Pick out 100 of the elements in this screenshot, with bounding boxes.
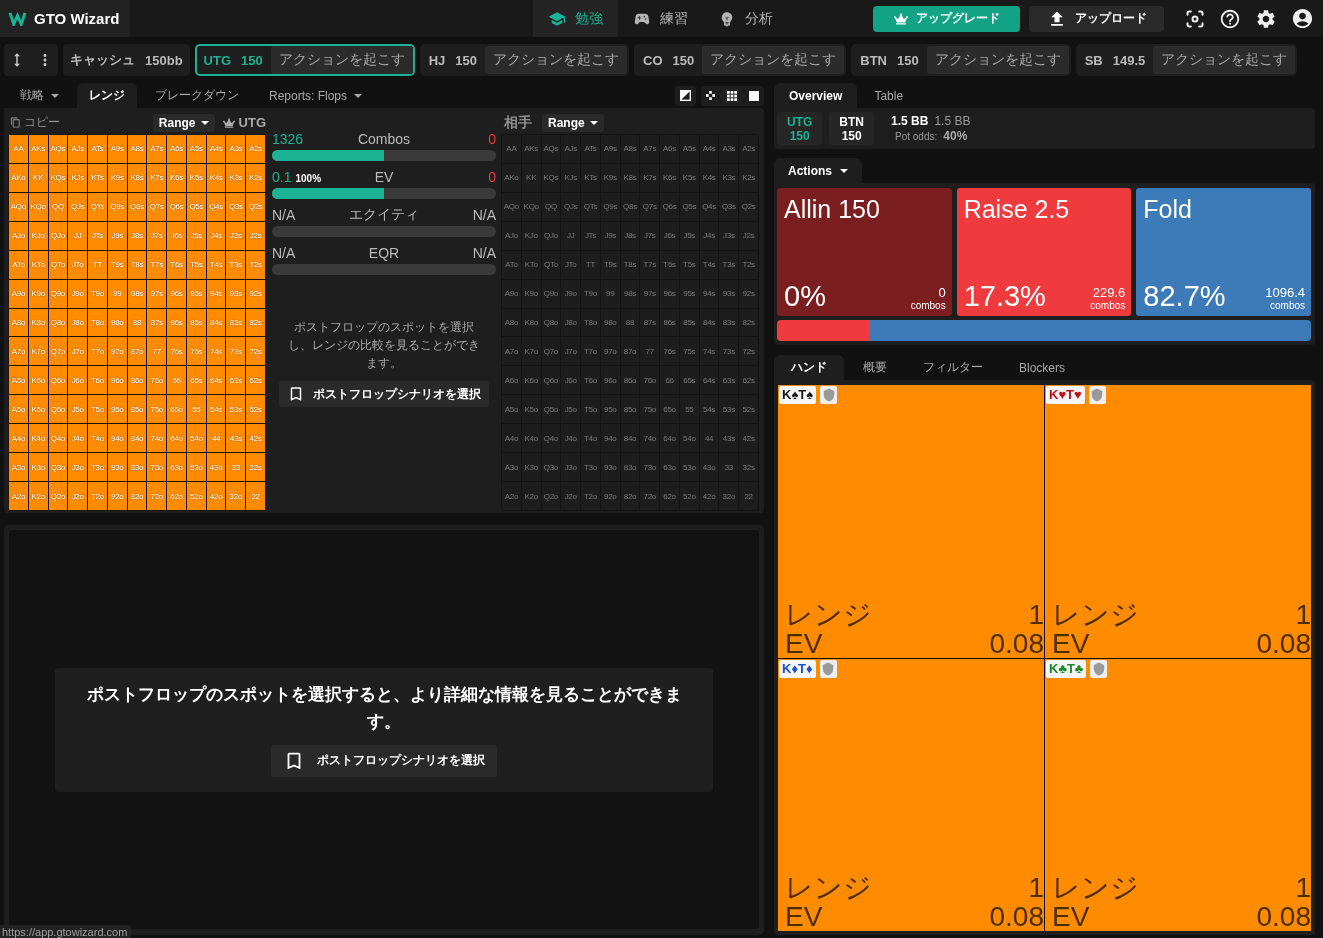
range-cell[interactable]: AQo bbox=[9, 192, 28, 221]
range-cell[interactable]: 52s bbox=[739, 395, 758, 424]
range-cell[interactable]: K8s bbox=[127, 163, 147, 192]
range-cell[interactable]: K3s bbox=[226, 163, 246, 192]
range-cell[interactable]: A5o bbox=[502, 395, 521, 424]
range-cell[interactable]: 96o bbox=[600, 366, 620, 395]
range-cell[interactable]: 33 bbox=[226, 453, 246, 482]
range-cell[interactable]: Q2s bbox=[739, 192, 758, 221]
range-cell[interactable]: 64o bbox=[167, 424, 186, 453]
range-cell[interactable]: A8s bbox=[620, 135, 640, 163]
range-cell[interactable]: 74o bbox=[640, 424, 660, 453]
range-cell[interactable]: 54o bbox=[679, 424, 699, 453]
range-cell[interactable]: A6o bbox=[9, 366, 28, 395]
range-cell[interactable]: QJs bbox=[561, 192, 581, 221]
range-cell[interactable]: J2s bbox=[246, 221, 265, 250]
range-cell[interactable]: ATs bbox=[88, 135, 107, 163]
range-cell[interactable]: 98o bbox=[600, 308, 620, 337]
range-cell[interactable]: Q2o bbox=[48, 482, 68, 510]
range-cell[interactable]: K2s bbox=[246, 163, 265, 192]
range-cell[interactable]: K6s bbox=[167, 163, 186, 192]
range-cell[interactable]: 66 bbox=[660, 366, 679, 395]
range-cell[interactable]: 85o bbox=[620, 395, 640, 424]
range-cell[interactable]: 43s bbox=[226, 424, 246, 453]
range-cell[interactable]: T4o bbox=[581, 424, 600, 453]
range-cell[interactable]: 62o bbox=[167, 482, 186, 510]
range-cell[interactable]: 74s bbox=[206, 337, 226, 366]
range-cell[interactable]: A9s bbox=[107, 135, 127, 163]
range-cell[interactable]: 84s bbox=[206, 308, 226, 337]
range-cell[interactable]: 74s bbox=[699, 337, 719, 366]
range-cell[interactable]: 72s bbox=[739, 337, 758, 366]
range-cell[interactable]: T9o bbox=[88, 279, 107, 308]
range-cell[interactable]: J9o bbox=[68, 279, 88, 308]
range-cell[interactable]: J7o bbox=[561, 337, 581, 366]
range-cell[interactable]: A2o bbox=[9, 482, 28, 510]
range-cell[interactable]: Q4s bbox=[699, 192, 719, 221]
action-card[interactable]: Fold 82.7% 1096.4 combos bbox=[1136, 188, 1311, 316]
range-cell[interactable]: 44 bbox=[206, 424, 226, 453]
range-cell[interactable]: 63s bbox=[719, 366, 739, 395]
range-cell[interactable]: 72o bbox=[640, 482, 660, 510]
range-cell[interactable]: K3o bbox=[28, 453, 48, 482]
range-cell[interactable]: 73o bbox=[640, 453, 660, 482]
range-cell[interactable]: TT bbox=[581, 250, 600, 279]
range-cell[interactable]: 63o bbox=[660, 453, 679, 482]
range-cell[interactable]: T7o bbox=[581, 337, 600, 366]
range-cell[interactable]: 52s bbox=[246, 395, 265, 424]
range-cell[interactable]: K5s bbox=[679, 163, 699, 192]
range-cell[interactable]: K9o bbox=[28, 279, 48, 308]
range-cell[interactable]: 62s bbox=[246, 366, 265, 395]
range-cell[interactable]: AKs bbox=[28, 135, 48, 163]
range-cell[interactable]: J7o bbox=[68, 337, 88, 366]
range-cell[interactable]: 92s bbox=[246, 279, 265, 308]
range-cell[interactable]: T2s bbox=[739, 250, 758, 279]
range-cell[interactable]: 95s bbox=[679, 279, 699, 308]
range-cell[interactable]: T5o bbox=[581, 395, 600, 424]
range-cell[interactable]: 86o bbox=[127, 366, 147, 395]
range-cell[interactable]: K6o bbox=[521, 366, 541, 395]
range-cell[interactable]: J8o bbox=[561, 308, 581, 337]
range-cell[interactable]: KTo bbox=[521, 250, 541, 279]
range-cell[interactable]: KQo bbox=[521, 192, 541, 221]
range-cell[interactable]: AJs bbox=[561, 135, 581, 163]
range-cell[interactable]: A2s bbox=[246, 135, 265, 163]
range-cell[interactable]: Q5o bbox=[48, 395, 68, 424]
range-cell[interactable]: 77 bbox=[640, 337, 660, 366]
game-chip[interactable]: キャッシュ 150bb bbox=[63, 44, 190, 76]
range-cell[interactable]: J7s bbox=[640, 221, 660, 250]
range-cell[interactable]: K3s bbox=[719, 163, 739, 192]
position-chip[interactable]: CO 150 アクションを起こす bbox=[634, 44, 847, 76]
range-cell[interactable]: A4o bbox=[502, 424, 521, 453]
range-cell[interactable]: 85s bbox=[186, 308, 206, 337]
range-cell[interactable]: 77 bbox=[147, 337, 167, 366]
range-cell[interactable]: Q3s bbox=[719, 192, 739, 221]
range-cell[interactable]: K9s bbox=[107, 163, 127, 192]
range-cell[interactable]: K8o bbox=[28, 308, 48, 337]
range-cell[interactable]: KK bbox=[521, 163, 541, 192]
range-cell[interactable]: 83s bbox=[719, 308, 739, 337]
range-cell[interactable]: T8o bbox=[88, 308, 107, 337]
range-cell[interactable]: K8o bbox=[521, 308, 541, 337]
range-cell[interactable]: 65o bbox=[660, 395, 679, 424]
range-cell[interactable]: Q9s bbox=[107, 192, 127, 221]
range-cell[interactable]: J5s bbox=[679, 221, 699, 250]
range-cell[interactable]: T8s bbox=[127, 250, 147, 279]
range-cell[interactable]: AJs bbox=[68, 135, 88, 163]
range-cell[interactable]: KTo bbox=[28, 250, 48, 279]
range-cell[interactable]: 93s bbox=[719, 279, 739, 308]
range-cell[interactable]: 87s bbox=[640, 308, 660, 337]
copy-button[interactable]: コピー bbox=[8, 114, 60, 131]
range-cell[interactable]: 86o bbox=[620, 366, 640, 395]
range-cell[interactable]: A7s bbox=[640, 135, 660, 163]
range-cell[interactable]: AJo bbox=[502, 221, 521, 250]
tab[interactable]: ブレークダウン bbox=[143, 83, 251, 108]
range-cell[interactable]: K8s bbox=[620, 163, 640, 192]
action-card[interactable]: Allin 150 0% 0 combos bbox=[777, 188, 952, 316]
range-cell[interactable]: 99 bbox=[600, 279, 620, 308]
range-cell[interactable]: 98o bbox=[107, 308, 127, 337]
range-cell[interactable]: T5s bbox=[679, 250, 699, 279]
range-cell[interactable]: K3o bbox=[521, 453, 541, 482]
range-cell[interactable]: 88 bbox=[620, 308, 640, 337]
range-cell[interactable]: K9s bbox=[600, 163, 620, 192]
range-cell[interactable]: 76s bbox=[167, 337, 186, 366]
range-cell[interactable]: 75o bbox=[640, 395, 660, 424]
